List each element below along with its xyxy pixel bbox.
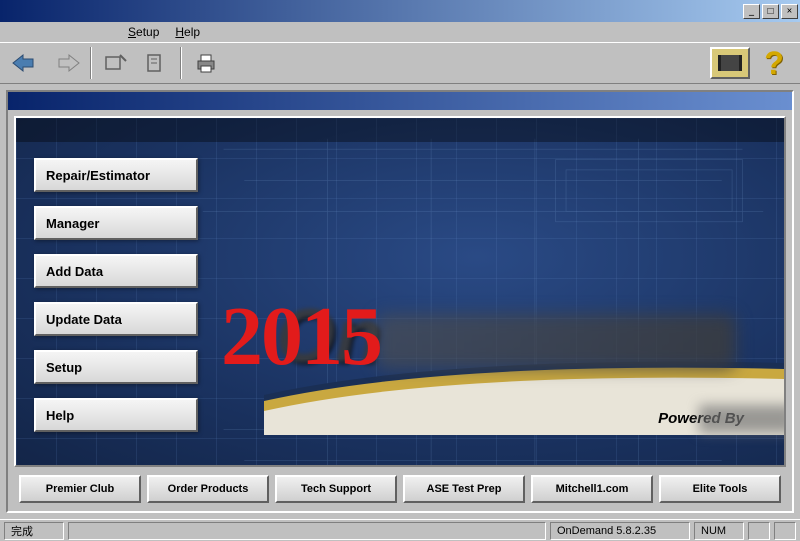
status-numlock: NUM (694, 522, 744, 540)
sidebar-item-add-data[interactable]: Add Data (34, 254, 198, 288)
menu-setup[interactable]: SSetupetup (120, 23, 167, 41)
sidebar-item-help[interactable]: Help (34, 398, 198, 432)
bottom-btn-premier-club[interactable]: Premier Club (19, 475, 141, 503)
blurred-region (699, 405, 786, 433)
viewport: Repair/Estimator Manager Add Data Update… (14, 116, 786, 467)
status-version: OnDemand 5.8.2.35 (550, 522, 690, 540)
close-button[interactable]: × (781, 4, 798, 19)
toolbar-separator (90, 47, 92, 79)
bottom-btn-mitchell1[interactable]: Mitchell1.com (531, 475, 653, 503)
toolbar: ? (0, 42, 800, 84)
titlebar: _ □ × (0, 0, 800, 22)
status-spacer (68, 522, 546, 540)
forward-icon[interactable] (48, 47, 84, 79)
film-icon[interactable] (710, 47, 750, 79)
back-icon[interactable] (8, 47, 44, 79)
sidebar-menu: Repair/Estimator Manager Add Data Update… (34, 158, 198, 432)
menubar: SSetupetup HHelpelp (0, 22, 800, 42)
inner-titlebar (8, 92, 792, 110)
menu-help[interactable]: HHelpelp (167, 23, 208, 41)
sidebar-item-update-data[interactable]: Update Data (34, 302, 198, 336)
app-window: _ □ × SSetupetup HHelpelp (0, 0, 800, 541)
inner-panel: Repair/Estimator Manager Add Data Update… (6, 90, 794, 513)
maximize-button[interactable]: □ (762, 4, 779, 19)
status-ready: 完成 (4, 522, 64, 540)
window-controls: _ □ × (743, 4, 798, 19)
tool-icon-2[interactable] (138, 47, 174, 79)
statusbar: 完成 OnDemand 5.8.2.35 NUM (0, 519, 800, 541)
minimize-button[interactable]: _ (743, 4, 760, 19)
header-band (16, 118, 784, 142)
print-icon[interactable] (188, 47, 224, 79)
status-cell (748, 522, 770, 540)
bottom-btn-ase-test-prep[interactable]: ASE Test Prep (403, 475, 525, 503)
bottom-button-row: Premier Club Order Products Tech Support… (14, 467, 786, 505)
bottom-btn-elite-tools[interactable]: Elite Tools (659, 475, 781, 503)
sidebar-item-manager[interactable]: Manager (34, 206, 198, 240)
year-overlay: 2015 (221, 288, 381, 385)
main-panel: Repair/Estimator Manager Add Data Update… (8, 110, 792, 511)
sidebar-item-setup[interactable]: Setup (34, 350, 198, 384)
tool-icon-1[interactable] (98, 47, 134, 79)
toolbar-separator (180, 47, 182, 79)
help-icon[interactable]: ? (756, 47, 792, 79)
status-cell (774, 522, 796, 540)
bottom-btn-tech-support[interactable]: Tech Support (275, 475, 397, 503)
sidebar-item-repair-estimator[interactable]: Repair/Estimator (34, 158, 198, 192)
blurred-region (376, 314, 736, 369)
content-area: Repair/Estimator Manager Add Data Update… (0, 84, 800, 519)
bottom-btn-order-products[interactable]: Order Products (147, 475, 269, 503)
